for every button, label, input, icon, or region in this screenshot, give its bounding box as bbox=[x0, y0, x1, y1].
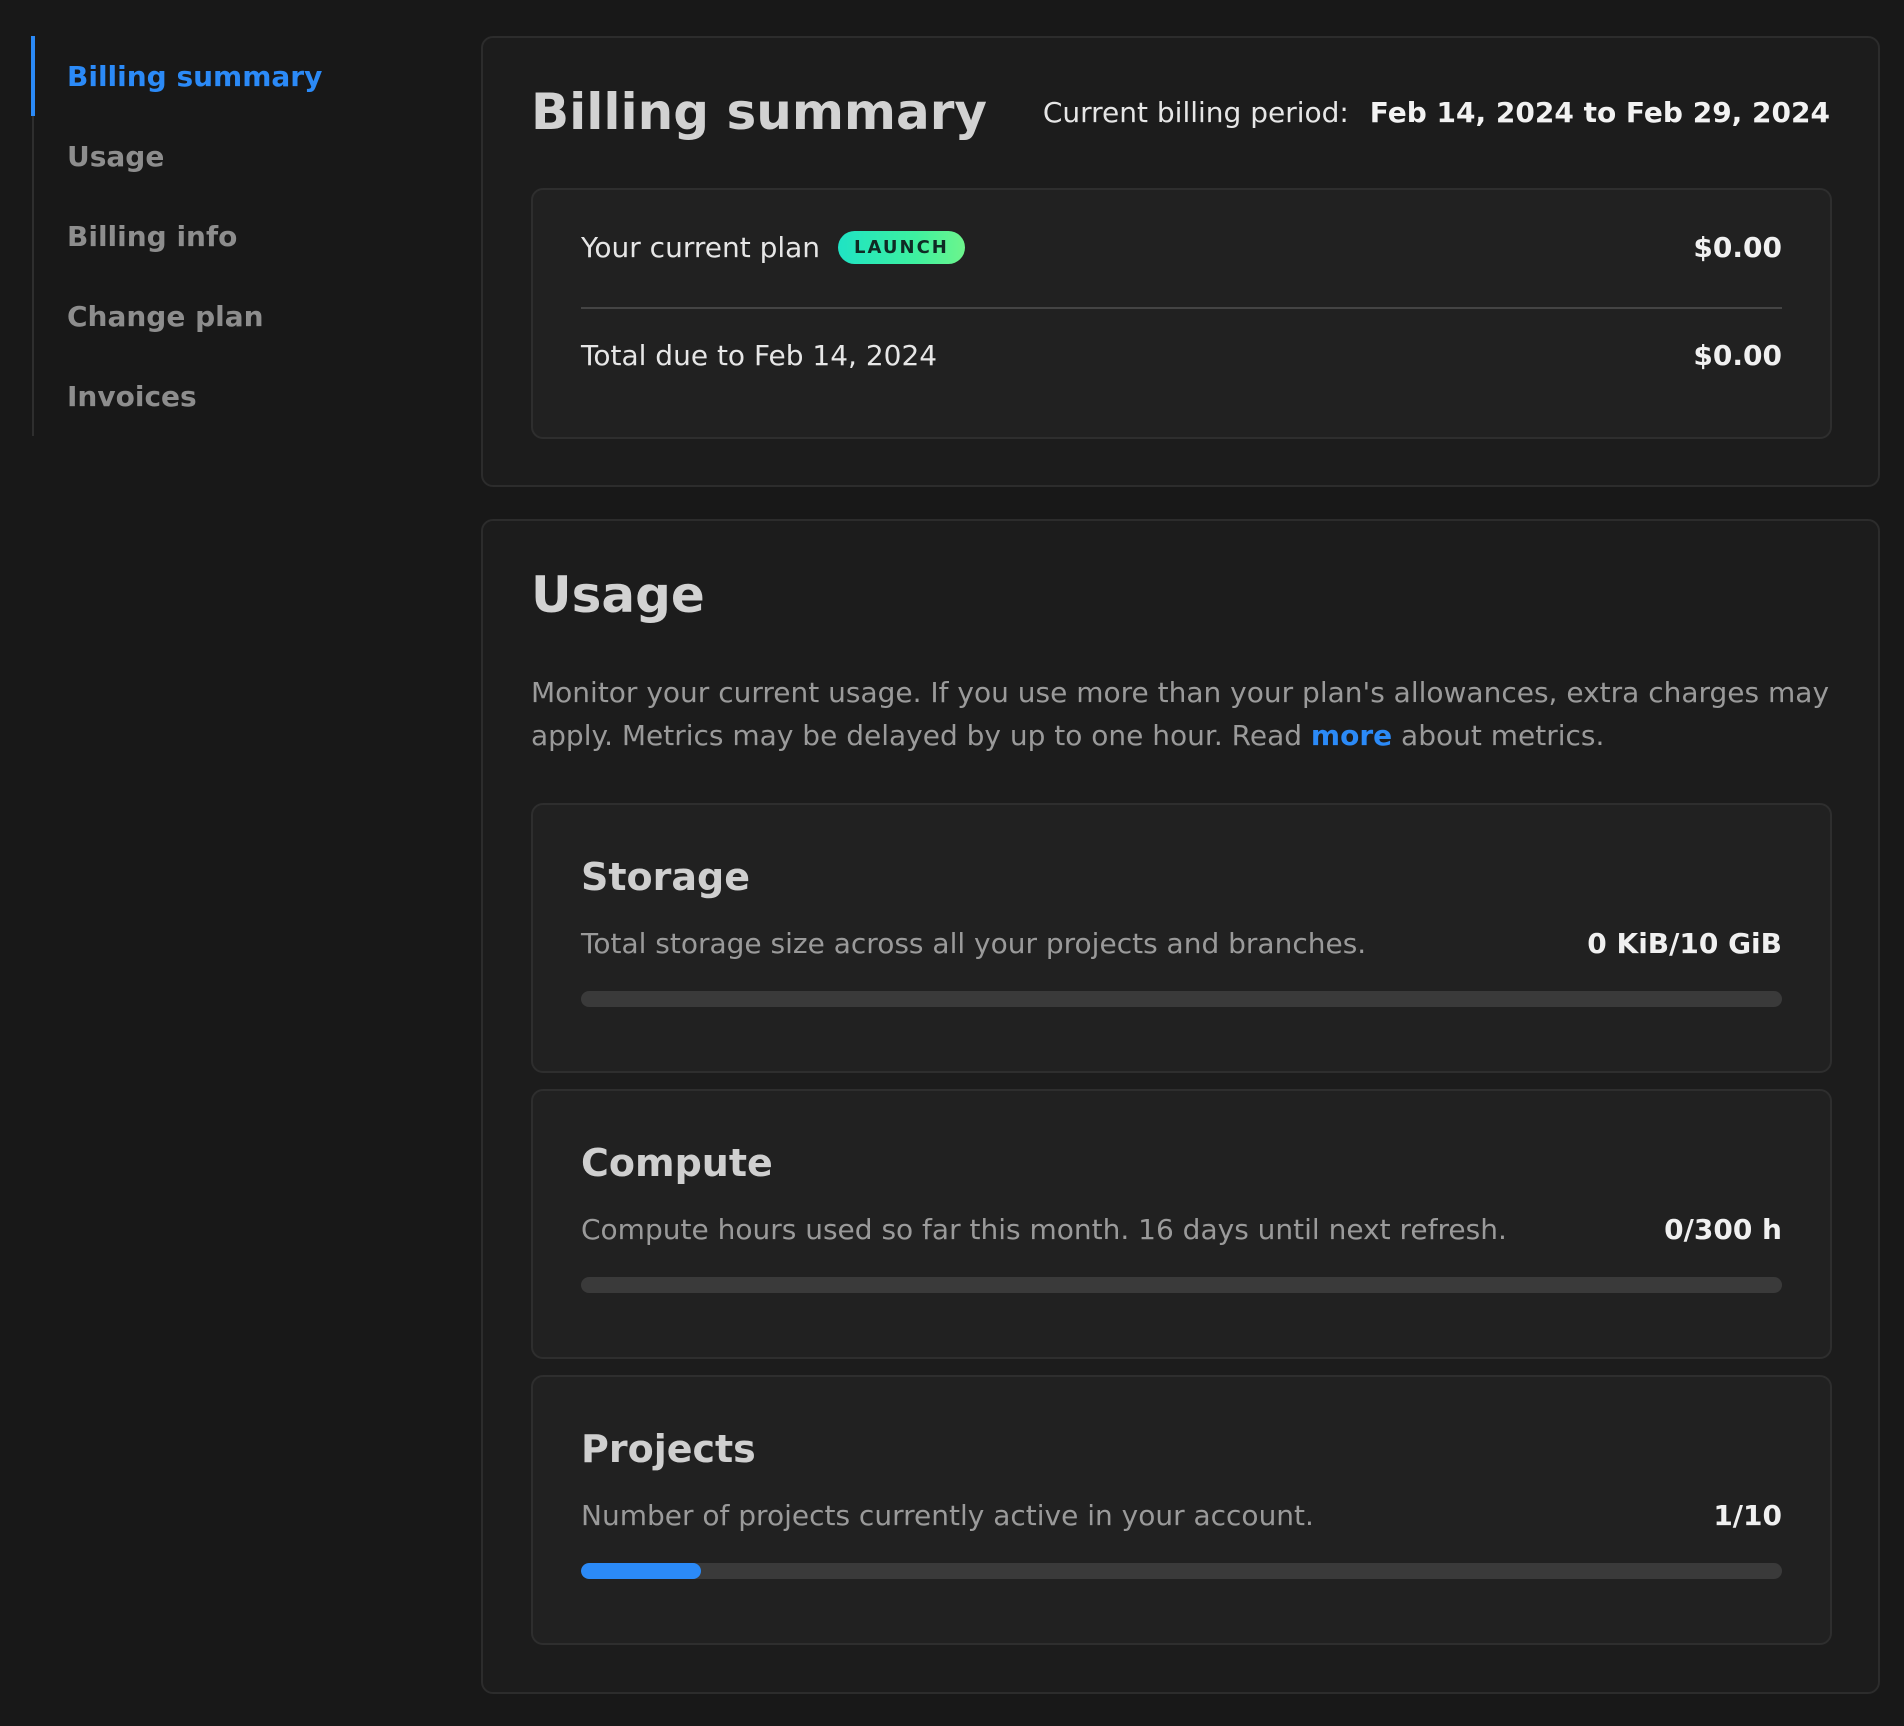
metric-value: 1/10 bbox=[1713, 1499, 1782, 1532]
usage-title: Usage bbox=[531, 566, 705, 624]
projects-progress-bar bbox=[581, 1563, 1782, 1579]
metric-value: 0/300 h bbox=[1664, 1213, 1782, 1246]
sidebar-item-label: Billing info bbox=[67, 219, 238, 253]
sidebar-item-billing-info[interactable]: Billing info bbox=[34, 196, 432, 276]
current-plan-label-group: Your current plan LAUNCH bbox=[581, 230, 965, 264]
compute-metric-card: Compute Compute hours used so far this m… bbox=[531, 1089, 1832, 1359]
usage-card: Usage Monitor your current usage. If you… bbox=[481, 519, 1880, 1694]
compute-progress-bar bbox=[581, 1277, 1782, 1293]
projects-metric-card: Projects Number of projects currently ac… bbox=[531, 1375, 1832, 1645]
storage-progress-bar bbox=[581, 991, 1782, 1007]
metric-line: Total storage size across all your proje… bbox=[581, 927, 1782, 960]
total-due-amount: $0.00 bbox=[1693, 338, 1782, 372]
metric-title: Storage bbox=[581, 855, 750, 899]
metric-title: Projects bbox=[581, 1427, 756, 1471]
total-due-row: Total due to Feb 14, 2024 $0.00 bbox=[581, 330, 1782, 380]
metric-description: Total storage size across all your proje… bbox=[581, 927, 1367, 960]
current-plan-label: Your current plan bbox=[581, 230, 821, 264]
metric-value: 0 KiB/10 GiB bbox=[1587, 927, 1782, 960]
plan-amount: $0.00 bbox=[1693, 230, 1782, 264]
billing-summary-card: Billing summary Current billing period: … bbox=[481, 36, 1880, 487]
sidebar-item-usage[interactable]: Usage bbox=[34, 116, 432, 196]
metric-line: Compute hours used so far this month. 16… bbox=[581, 1213, 1782, 1246]
metric-title: Compute bbox=[581, 1141, 773, 1185]
billing-period: Current billing period: Feb 14, 2024 to … bbox=[1043, 96, 1830, 129]
plan-badge: LAUNCH bbox=[838, 230, 965, 264]
sidebar-item-label: Invoices bbox=[67, 379, 197, 413]
sidebar-item-label: Billing summary bbox=[67, 59, 323, 93]
metric-line: Number of projects currently active in y… bbox=[581, 1499, 1782, 1532]
progress-fill bbox=[581, 1563, 702, 1579]
usage-description-suffix: about metrics. bbox=[1392, 719, 1605, 752]
sidebar-item-change-plan[interactable]: Change plan bbox=[34, 276, 432, 356]
billing-summary-title: Billing summary bbox=[531, 83, 988, 141]
plan-divider bbox=[581, 307, 1782, 309]
sidebar-nav: Billing summary Usage Billing info Chang… bbox=[31, 36, 432, 436]
sidebar-item-label: Usage bbox=[67, 139, 165, 173]
total-due-label: Total due to Feb 14, 2024 bbox=[581, 338, 938, 372]
billing-page: Billing summary Usage Billing info Chang… bbox=[0, 0, 1904, 1726]
billing-period-label: Current billing period: bbox=[1042, 96, 1349, 129]
sidebar-item-billing-summary[interactable]: Billing summary bbox=[31, 36, 432, 116]
metric-description: Compute hours used so far this month. 16… bbox=[581, 1213, 1507, 1246]
sidebar-item-label: Change plan bbox=[67, 299, 264, 333]
billing-period-value: Feb 14, 2024 to Feb 29, 2024 bbox=[1369, 96, 1830, 129]
current-plan-row: Your current plan LAUNCH $0.00 bbox=[581, 222, 1782, 272]
usage-description: Monitor your current usage. If you use m… bbox=[531, 671, 1830, 757]
more-link[interactable]: more bbox=[1311, 719, 1392, 752]
usage-description-text: Monitor your current usage. If you use m… bbox=[531, 676, 1830, 752]
storage-metric-card: Storage Total storage size across all yo… bbox=[531, 803, 1832, 1073]
metric-description: Number of projects currently active in y… bbox=[581, 1499, 1314, 1532]
sidebar-item-invoices[interactable]: Invoices bbox=[34, 356, 432, 436]
plan-summary-box: Your current plan LAUNCH $0.00 Total due… bbox=[531, 188, 1832, 439]
